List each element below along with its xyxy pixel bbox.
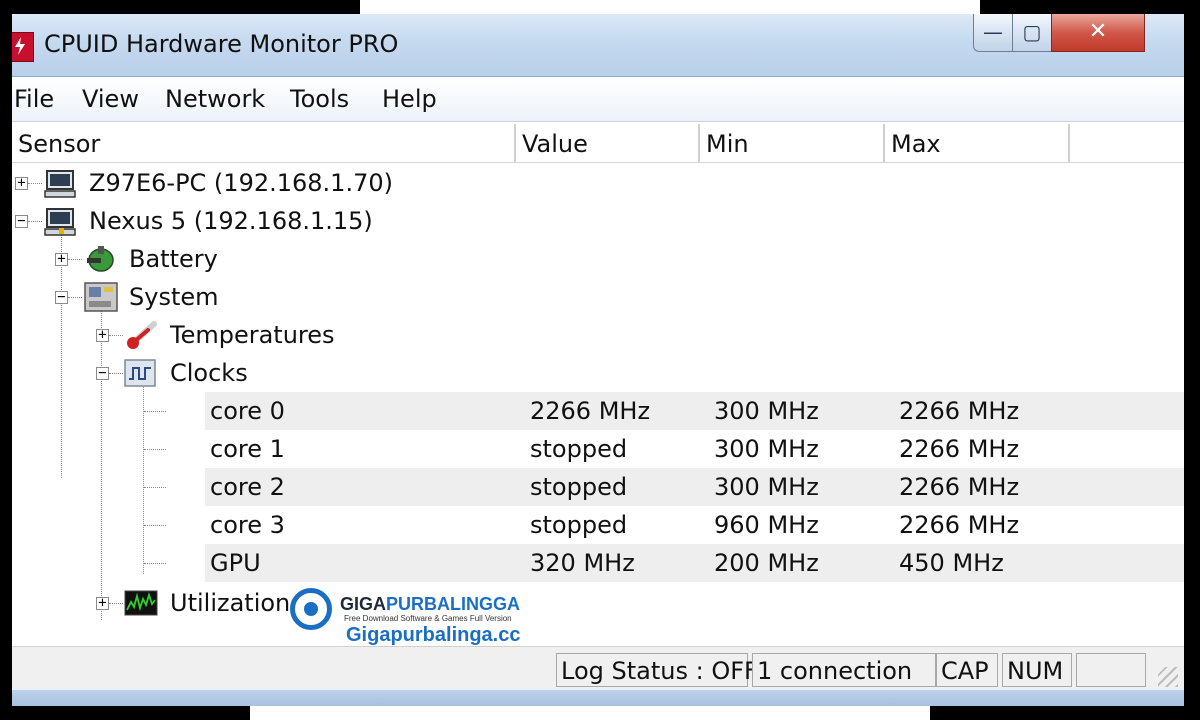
- menu-file[interactable]: File: [14, 85, 54, 113]
- computer-icon: [44, 208, 76, 236]
- sensor-max: 2266 MHz: [899, 435, 1020, 463]
- sensor-value: stopped: [530, 435, 628, 463]
- column-header-row: Sensor Value Min Max: [12, 124, 1184, 163]
- menu-tools[interactable]: Tools: [290, 85, 349, 113]
- status-empty-cell: [1076, 653, 1146, 687]
- sensor-name: core 1: [210, 435, 285, 463]
- desktop-strip-top: [360, 0, 980, 14]
- sensor-min: 200 MHz: [714, 549, 819, 577]
- expand-toggle[interactable]: +: [15, 175, 28, 191]
- desktop-strip-bottom: [250, 706, 930, 720]
- column-header-sensor[interactable]: Sensor: [12, 124, 516, 162]
- window-bottom-border: [12, 690, 1184, 706]
- sensor-max: 450 MHz: [899, 549, 1004, 577]
- temperatures-label: Temperatures: [170, 321, 335, 349]
- sensor-value: 320 MHz: [530, 549, 635, 577]
- sensor-value: stopped: [530, 511, 628, 539]
- expand-toggle[interactable]: +: [96, 327, 109, 343]
- table-row[interactable]: core 3 stopped 960 MHz 2266 MHz: [12, 506, 1184, 544]
- menu-help[interactable]: Help: [382, 85, 437, 113]
- sensor-name: core 3: [210, 511, 285, 539]
- sensor-min: 960 MHz: [714, 511, 819, 539]
- table-row[interactable]: core 1 stopped 300 MHz 2266 MHz: [12, 430, 1184, 468]
- sensor-name: core 0: [210, 397, 285, 425]
- computer-icon: [44, 170, 76, 198]
- title-bar[interactable]: CPUID Hardware Monitor PRO — ▢ ✕: [12, 14, 1184, 77]
- status-bar: Log Status : OFF 1 connection CAP NUM: [12, 646, 1184, 691]
- tree-row-system[interactable]: − System: [12, 278, 1184, 316]
- system-label: System: [129, 283, 219, 311]
- minimize-button[interactable]: —: [973, 14, 1013, 52]
- column-header-value[interactable]: Value: [516, 124, 700, 162]
- clock-signal-icon: [124, 359, 156, 387]
- sensor-max: 2266 MHz: [899, 473, 1020, 501]
- table-row[interactable]: core 0 2266 MHz 300 MHz 2266 MHz: [12, 392, 1184, 430]
- cpuid-app-icon: [12, 32, 34, 62]
- watermark-site: Gigapurbalinga.cc: [346, 624, 521, 646]
- log-status: Log Status : OFF: [556, 653, 758, 687]
- sensor-value: 2266 MHz: [530, 397, 651, 425]
- watermark-tagline: Free Download Software & Games Full Vers…: [344, 614, 512, 623]
- menu-bar: File View Network Tools Help: [12, 77, 1184, 122]
- expand-toggle[interactable]: +: [55, 251, 68, 267]
- connection-count: 1 connection: [752, 653, 936, 687]
- expand-toggle[interactable]: +: [96, 595, 109, 611]
- resize-grip[interactable]: [1158, 667, 1178, 687]
- tree-row-utilizations[interactable]: + Utilizations: [12, 582, 1184, 620]
- sensor-name: GPU: [210, 549, 261, 577]
- sensor-min: 300 MHz: [714, 435, 819, 463]
- close-button[interactable]: ✕: [1051, 14, 1145, 52]
- host-label: Nexus 5 (192.168.1.15): [89, 207, 373, 235]
- watermark-logo-icon: [290, 588, 332, 630]
- column-header-min[interactable]: Min: [700, 124, 885, 162]
- sensor-min: 300 MHz: [714, 473, 819, 501]
- sensor-max: 2266 MHz: [899, 511, 1020, 539]
- caps-lock-indicator: CAP: [936, 653, 998, 687]
- num-lock-indicator: NUM: [1002, 653, 1072, 687]
- battery-icon: [87, 246, 114, 272]
- sensor-min: 300 MHz: [714, 397, 819, 425]
- menu-view[interactable]: View: [82, 85, 139, 113]
- collapse-toggle[interactable]: −: [96, 365, 109, 381]
- thermometer-icon: [127, 321, 157, 349]
- clocks-label: Clocks: [170, 359, 248, 387]
- sensor-tree: + Z97E6-PC (192.168.1.70) − Nexus 5 (192…: [12, 164, 1184, 642]
- app-window: CPUID Hardware Monitor PRO — ▢ ✕ File Vi…: [12, 14, 1184, 706]
- tree-row-host[interactable]: − Nexus 5 (192.168.1.15): [12, 202, 1184, 240]
- maximize-icon: ▢: [1022, 20, 1042, 44]
- collapse-toggle[interactable]: −: [55, 289, 68, 305]
- utilization-graph-icon: [124, 590, 158, 616]
- sensor-value: stopped: [530, 473, 628, 501]
- motherboard-icon: [84, 282, 118, 312]
- sensor-name: core 2: [210, 473, 285, 501]
- sensor-max: 2266 MHz: [899, 397, 1020, 425]
- table-row[interactable]: core 2 stopped 300 MHz 2266 MHz: [12, 468, 1184, 506]
- maximize-button[interactable]: ▢: [1012, 14, 1052, 52]
- collapse-toggle[interactable]: −: [15, 213, 28, 229]
- utilizations-label: Utilizations: [170, 589, 303, 617]
- column-header-max[interactable]: Max: [885, 124, 1070, 162]
- table-row[interactable]: GPU 320 MHz 200 MHz 450 MHz: [12, 544, 1184, 582]
- tree-row-host[interactable]: + Z97E6-PC (192.168.1.70): [12, 164, 1184, 202]
- host-label: Z97E6-PC (192.168.1.70): [89, 169, 393, 197]
- watermark-brand: GIGAPURBALINGGA: [340, 594, 521, 614]
- close-icon: ✕: [1088, 19, 1108, 44]
- menu-network[interactable]: Network: [165, 85, 265, 113]
- minimize-icon: —: [983, 20, 1003, 44]
- battery-label: Battery: [129, 245, 218, 273]
- tree-row-clocks[interactable]: − Clocks: [12, 354, 1184, 392]
- tree-row-battery[interactable]: + Battery: [12, 240, 1184, 278]
- window-title: CPUID Hardware Monitor PRO: [44, 30, 399, 58]
- tree-row-temperatures[interactable]: + Temperatures: [12, 316, 1184, 354]
- watermark: GIGAPURBALINGGA Free Download Software &…: [290, 588, 540, 650]
